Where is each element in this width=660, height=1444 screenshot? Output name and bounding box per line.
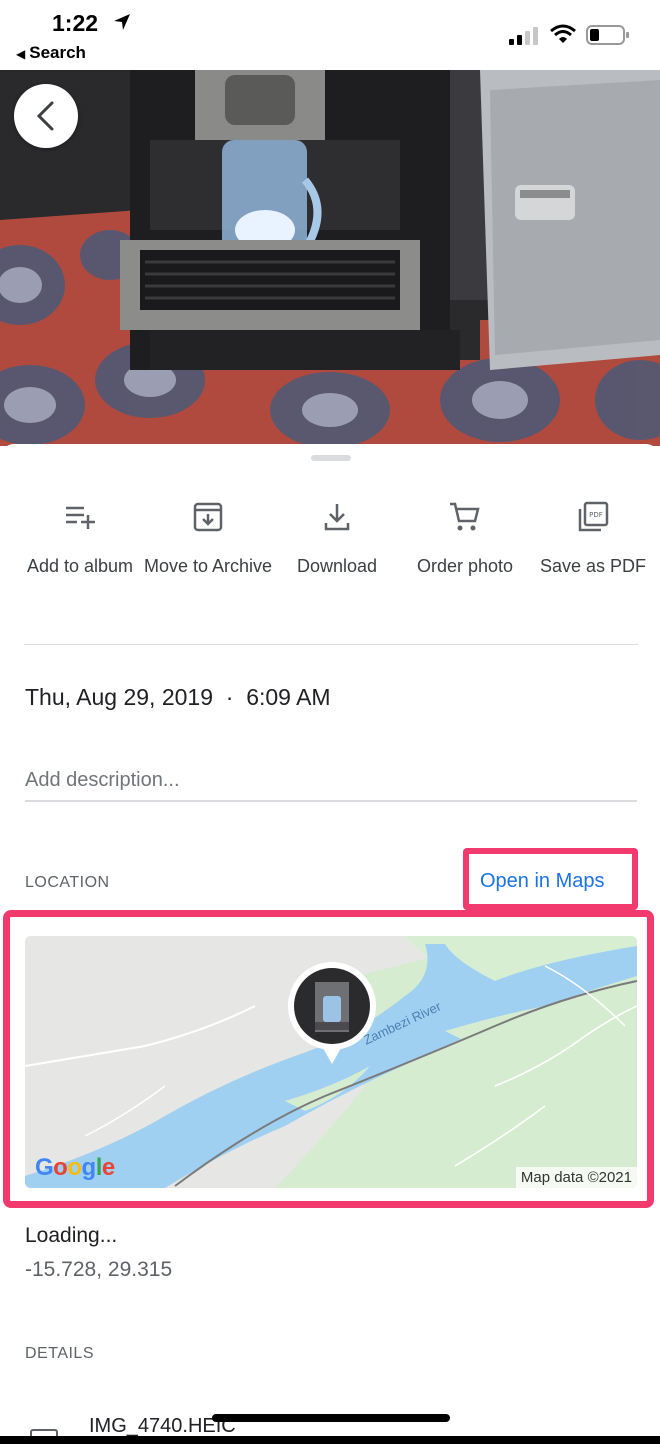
battery-icon <box>586 25 629 45</box>
action-label: Download <box>296 556 378 576</box>
back-app-label: Search <box>29 43 86 62</box>
photo-image <box>0 70 660 446</box>
action-row: Add to album Move to Archive Download Or… <box>0 499 660 619</box>
back-triangle-icon: ◀ <box>16 47 26 61</box>
photo-location-pin[interactable] <box>285 960 379 1066</box>
status-time: 1:22 <box>52 10 99 36</box>
sheet-drag-handle[interactable] <box>311 455 351 461</box>
home-indicator[interactable] <box>212 1414 450 1422</box>
info-sheet: Add to album Move to Archive Download Or… <box>0 444 660 1444</box>
bottom-edge <box>0 1436 660 1444</box>
divider <box>24 644 638 645</box>
download-icon <box>324 504 350 531</box>
archive-icon <box>193 502 223 532</box>
action-label: Order photo <box>416 556 514 576</box>
back-button[interactable] <box>14 84 78 148</box>
download-button[interactable]: Download <box>272 499 402 578</box>
save-as-pdf-button[interactable]: PDF Save as PDF <box>528 499 658 578</box>
google-logo: Google <box>35 1154 115 1181</box>
order-photo-button[interactable]: Order photo <box>400 499 530 578</box>
chevron-left-icon <box>36 101 54 131</box>
action-label: Save as PDF <box>539 556 647 576</box>
back-to-app-link[interactable]: ◀ Search <box>16 43 86 63</box>
svg-text:PDF: PDF <box>589 511 603 519</box>
wifi-icon <box>550 24 576 43</box>
status-bar: 1:22 ◀ Search <box>0 0 660 70</box>
map-data-credit: Map data ©2021 <box>515 1167 637 1188</box>
photo-preview[interactable] <box>0 70 660 446</box>
photo-datetime[interactable]: Thu, Aug 29, 2019 · 6:09 AM <box>25 684 331 711</box>
action-label: Move to Archive <box>143 556 273 576</box>
move-to-archive-button[interactable]: Move to Archive <box>143 499 273 578</box>
signal-icon <box>509 27 538 45</box>
cart-icon <box>450 502 480 531</box>
add-to-album-button[interactable]: Add to album <box>15 499 145 578</box>
add-to-playlist-icon <box>66 506 95 529</box>
action-label: Add to album <box>26 556 134 576</box>
description-input[interactable] <box>25 760 637 802</box>
details-section-label: DETAILS <box>25 1345 94 1362</box>
pdf-icon: PDF <box>578 501 609 532</box>
location-loading-text: Loading... <box>25 1224 118 1247</box>
open-in-maps-link[interactable]: Open in Maps <box>480 870 605 893</box>
location-coordinates: -15.728, 29.315 <box>25 1258 173 1281</box>
location-section-label: LOCATION <box>25 874 110 891</box>
location-arrow-icon <box>114 14 130 30</box>
